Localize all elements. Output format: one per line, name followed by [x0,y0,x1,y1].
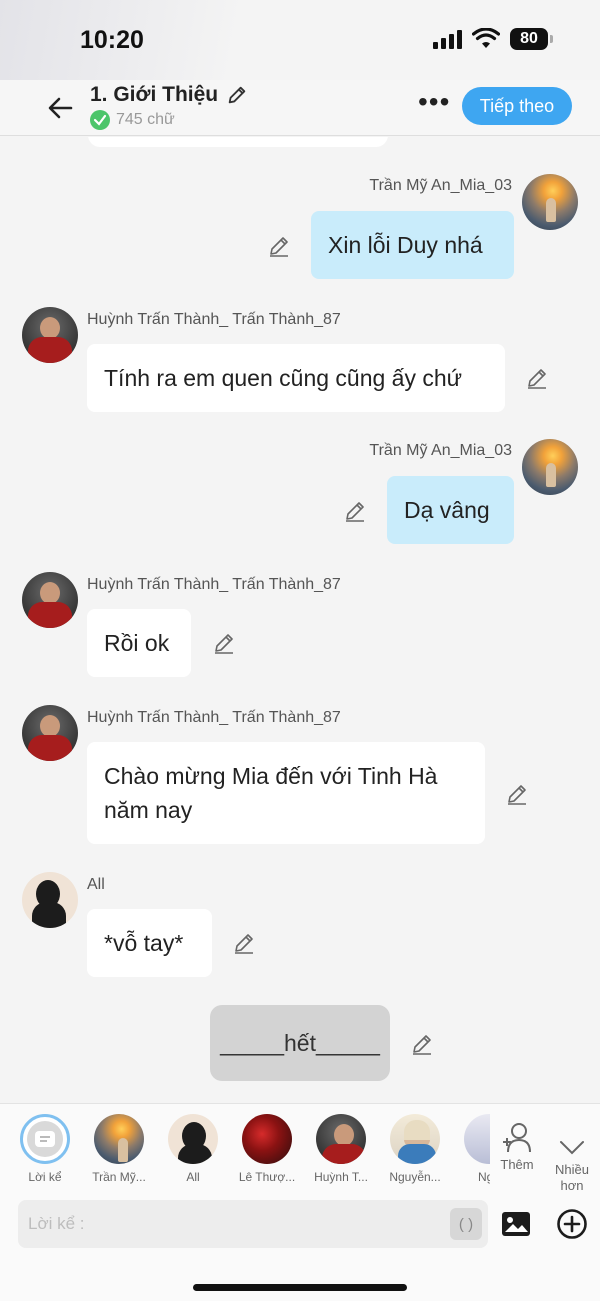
header: 1. Giới Thiệu 745 chữ ••• Tiếp theo [0,80,600,136]
message-bubble[interactable]: Rồi ok [87,609,191,677]
message-bubble[interactable]: Tính ra em quen cũng cũng ấy chứ [87,344,505,412]
character-label: Lời kể [28,1170,62,1184]
status-bar: 10:20 80 [0,0,600,80]
end-marker-bubble[interactable]: _____hết_____ [210,1005,390,1081]
home-indicator [193,1284,407,1291]
parentheses-button[interactable]: ( ) [450,1208,482,1240]
composer: ( ) [18,1200,488,1248]
sunset-girl-avatar[interactable] [522,439,578,495]
message-text: Xin lỗi Duy nhá [328,232,483,258]
sender-name: Huỳnh Trấn Thành_ Trấn Thành_87 [87,311,341,328]
wifi-icon [472,28,500,48]
edit-pencil-icon[interactable] [505,782,529,806]
message-bubble[interactable]: Dạ vâng [387,476,514,544]
edit-pencil-icon[interactable] [232,931,256,955]
character-tran-my[interactable]: Trần Mỹ... [83,1114,155,1184]
character-selector[interactable]: Lời kể Trần Mỹ... All Lê Thượ... Huỳnh T… [0,1104,490,1194]
character-nguyen[interactable]: Nguyễn... [379,1114,451,1184]
sunset-girl-avatar [94,1114,144,1164]
character-label: Trần Mỹ... [92,1170,146,1184]
more-characters-button[interactable]: Nhiều hơn [547,1120,597,1210]
more-characters-label: Nhiều hơn [555,1162,589,1193]
character-nguyen-2[interactable]: Ngu [453,1114,490,1184]
character-label: Huỳnh T... [314,1170,368,1184]
character-all[interactable]: All [157,1114,229,1184]
sender-name: All [87,876,105,893]
chat-area[interactable]: Trần Mỹ An_Mia_03 Xin lỗi Duy nhá Huỳnh … [0,137,600,1103]
message-text: *vỗ tay* [104,930,184,956]
add-character-button[interactable]: Thêm [492,1120,542,1172]
narrator-icon [20,1114,70,1164]
previous-bubble [88,137,388,147]
battery-icon: 80 [510,28,553,50]
message-text: Rồi ok [104,630,170,656]
status-icons: 80 [433,28,553,50]
silhouette-avatar [168,1114,218,1164]
roses-avatar [242,1114,292,1164]
sender-name: Trần Mỹ An_Mia_03 [369,177,512,194]
message-text-line1: Chào mừng Mia đến với Tinh Hà [104,763,438,789]
character-huynh[interactable]: Huỳnh T... [305,1114,377,1184]
message-input[interactable] [18,1200,438,1248]
character-label: Ngu [477,1170,490,1184]
message-text-line2: năm nay [104,797,193,823]
word-count-text: 745 chữ [116,111,175,128]
message-text: Tính ra em quen cũng cũng ấy chứ [104,365,463,391]
message-bubble[interactable]: *vỗ tay* [87,909,212,977]
chapter-title-text: 1. Giới Thiệu [90,83,219,106]
cellular-signal-icon [433,29,462,49]
message-text: Dạ vâng [404,497,490,523]
edit-pencil-icon[interactable] [212,631,236,655]
man-red-hoodie-avatar[interactable] [22,705,78,761]
man-red-hoodie-avatar[interactable] [22,572,78,628]
character-label: All [186,1170,200,1184]
add-character-label: Thêm [500,1157,534,1172]
chevron-down-icon [560,1141,584,1155]
character-narrator[interactable]: Lời kể [9,1114,81,1184]
add-circle-icon[interactable] [556,1208,588,1240]
word-count: 745 chữ [90,110,175,130]
message-bubble[interactable]: Chào mừng Mia đến với Tinh Hà năm nay [87,742,485,844]
more-options-button[interactable]: ••• [418,88,450,116]
status-time: 10:20 [80,26,144,54]
bottom-panel: Lời kể Trần Mỹ... All Lê Thượ... Huỳnh T… [0,1103,600,1301]
add-person-icon [503,1123,531,1153]
sunset-girl-avatar[interactable] [522,174,578,230]
edit-pencil-icon[interactable] [267,234,291,258]
next-button[interactable]: Tiếp theo [462,87,572,125]
sender-name: Huỳnh Trấn Thành_ Trấn Thành_87 [87,576,341,593]
sender-name: Trần Mỹ An_Mia_03 [369,442,512,459]
end-marker-text: _____hết_____ [220,1030,380,1056]
edit-pencil-icon[interactable] [410,1032,434,1056]
silhouette-avatar[interactable] [22,872,78,928]
partial-avatar [464,1114,490,1164]
chapter-title[interactable]: 1. Giới Thiệu [90,83,248,107]
character-label: Lê Thượ... [238,1170,296,1184]
image-icon[interactable] [500,1208,532,1240]
message-bubble[interactable]: Xin lỗi Duy nhá [311,211,514,279]
character-label: Nguyễn... [389,1170,441,1184]
edit-pencil-icon[interactable] [226,84,248,106]
edit-pencil-icon[interactable] [343,499,367,523]
character-le-thuong[interactable]: Lê Thượ... [231,1114,303,1184]
edit-pencil-icon[interactable] [525,366,549,390]
arrow-left-icon [48,97,73,119]
man-red-hoodie-avatar [316,1114,366,1164]
man-red-hoodie-avatar[interactable] [22,307,78,363]
blond-man-avatar [390,1114,440,1164]
sender-name: Huỳnh Trấn Thành_ Trấn Thành_87 [87,709,341,726]
back-button[interactable] [40,88,80,128]
check-icon [90,110,110,130]
